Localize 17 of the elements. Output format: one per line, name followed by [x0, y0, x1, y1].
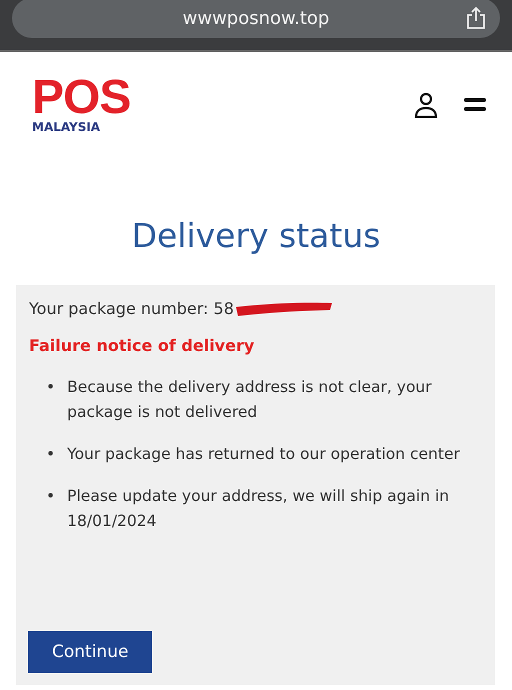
continue-button[interactable]: Continue [28, 631, 152, 673]
notice-item: Because the delivery address is not clear, your package is not delivered [67, 377, 433, 423]
notice-item: Please update your address, we will ship again in 18/01/2024 [67, 486, 450, 532]
notice-item: Your package has returned to our operation center [67, 444, 460, 465]
failure-notice: Failure notice of delivery [29, 336, 256, 355]
menu-icon[interactable] [464, 98, 486, 112]
bullet-mark: • [46, 444, 56, 465]
url-text: wwwposnow.top [182, 8, 330, 28]
page-title: Delivery status [130, 216, 382, 255]
bullet-mark: • [46, 486, 56, 507]
user-icon[interactable] [414, 92, 438, 118]
logo-subtitle: MALAYSIA [32, 120, 102, 134]
package-number: Your package number: 58 [29, 299, 234, 318]
share-icon[interactable] [466, 6, 486, 30]
bullet-mark: • [46, 377, 56, 398]
logo-wordmark[interactable]: POS [32, 78, 130, 118]
address-bar[interactable]: wwwposnow.top [12, 0, 500, 38]
